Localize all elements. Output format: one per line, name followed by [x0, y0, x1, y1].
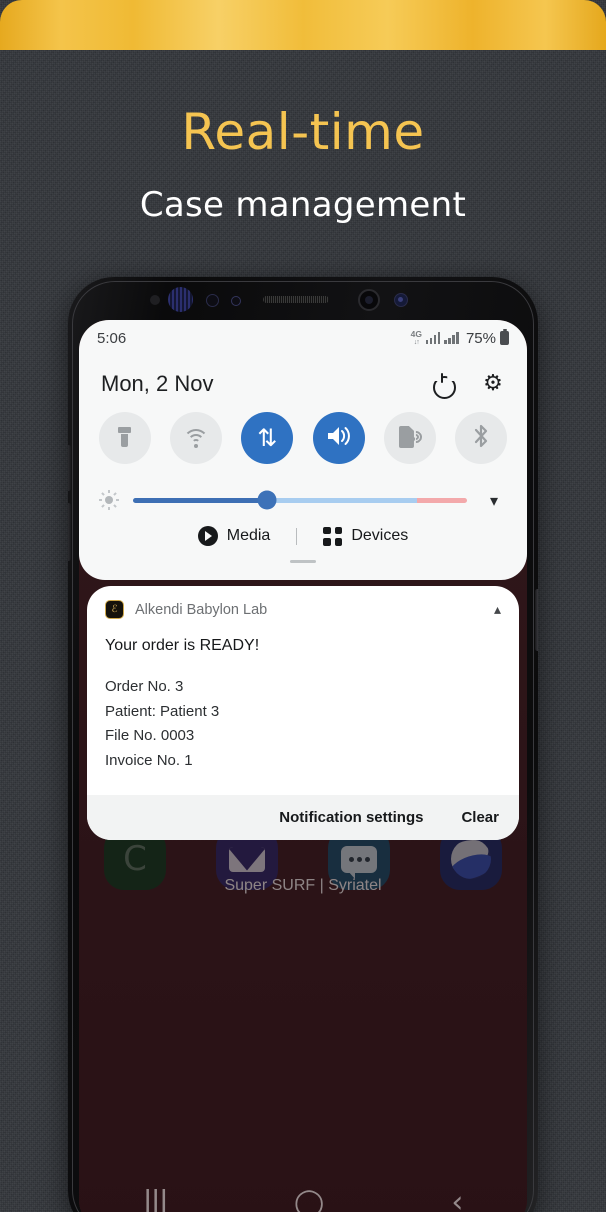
toggle-wifi[interactable] — [169, 412, 222, 464]
proximity-sensor-icon — [150, 295, 160, 305]
signal-bars-icon-sim2 — [444, 332, 459, 344]
notification-footer: Notification settings Clear — [87, 795, 519, 840]
divider — [296, 527, 298, 545]
toggle-sound[interactable] — [312, 412, 365, 464]
notification-line-file: File No. 0003 — [105, 727, 195, 744]
brightness-slider-thumb[interactable] — [257, 490, 277, 510]
chevron-up-icon[interactable]: ▴ — [494, 602, 501, 618]
network-type-label: 4G — [410, 329, 422, 340]
iris-sensor-icon — [168, 287, 193, 312]
volume-icon — [326, 425, 352, 451]
app-icon-glyph: ℰ — [111, 604, 118, 615]
devices-label: Devices — [351, 527, 409, 544]
gold-top-bar — [0, 0, 606, 50]
clear-button[interactable]: Clear — [461, 809, 499, 826]
volume-up-button[interactable] — [68, 445, 71, 491]
toggle-mobile-data[interactable]: ⇅ — [241, 412, 294, 464]
notification-body: Your order is READY! Order No. 3 Patient… — [87, 625, 519, 795]
notification-line-order: Order No. 3 — [105, 678, 184, 695]
notification-settings-button[interactable]: Notification settings — [279, 809, 423, 826]
notification-line-invoice: Invoice No. 1 — [105, 751, 193, 769]
play-circle-icon — [197, 526, 218, 546]
front-camera-aux-icon — [394, 293, 408, 307]
media-button[interactable]: Media — [197, 526, 271, 546]
alkendi-app-icon: ℰ — [105, 600, 124, 619]
grid-dots-icon — [323, 526, 343, 546]
network-type-icon: 4G ↓↑ — [411, 330, 422, 346]
volume-down-button[interactable] — [68, 503, 71, 561]
data-arrows-glyph: ↓↑ — [413, 338, 420, 346]
shade-date: Mon, 2 Nov — [101, 371, 214, 396]
battery-percent: 75% — [465, 329, 496, 347]
toggle-flashlight[interactable] — [98, 412, 151, 464]
signal-bars-icon — [425, 332, 441, 344]
power-button[interactable] — [535, 589, 538, 651]
battery-icon — [500, 328, 509, 345]
notification-line-patient: Patient: Patient 3 — [105, 702, 220, 720]
flashlight-icon — [118, 427, 132, 449]
shade-drag-handle[interactable] — [290, 560, 316, 563]
promo-subtitle: Case management — [139, 185, 467, 225]
status-bar: 5:06 4G ↓↑ 75% — [79, 320, 527, 356]
quick-toggles: ⇅ — [79, 412, 527, 464]
status-time: 5:06 — [97, 329, 127, 347]
notification-title: Your order is READY! — [105, 637, 260, 654]
chevron-down-icon[interactable]: ▾ — [481, 491, 507, 510]
brightness-row: ▾ — [79, 482, 527, 518]
notification-app-name: Alkendi Babylon Lab — [135, 601, 268, 618]
shade-header-actions: ⚙ — [431, 372, 505, 396]
front-camera-icon — [358, 289, 380, 311]
gear-icon[interactable]: ⚙ — [481, 372, 505, 396]
media-devices-row: Media Devices — [79, 526, 527, 546]
data-transfer-icon: ⇅ — [257, 424, 278, 452]
light-sensor-icon — [206, 294, 219, 307]
notification-card[interactable]: ℰ Alkendi Babylon Lab ▴ Your order is RE… — [87, 586, 519, 840]
quick-settings-shade: 5:06 4G ↓↑ 75% Mon, 2 Nov ⚙ ⇅ ▾ Media De… — [79, 320, 527, 580]
secondary-sensor-icon — [231, 296, 241, 306]
devices-button[interactable]: Devices — [323, 526, 409, 546]
status-icons: 4G ↓↑ 75% — [411, 328, 509, 347]
earpiece-speaker — [263, 296, 329, 303]
promo-title: Real-time — [181, 103, 425, 161]
bluetooth-icon — [472, 423, 490, 453]
power-icon[interactable] — [431, 372, 455, 396]
toggle-nfc[interactable] — [383, 412, 436, 464]
phone-screen: Telegram P Psiphon Pro — [79, 320, 527, 1212]
notification-header: ℰ Alkendi Babylon Lab ▴ — [87, 586, 519, 625]
phone-top-bezel — [68, 277, 538, 323]
media-label: Media — [226, 527, 271, 544]
wifi-icon — [182, 429, 209, 448]
brightness-icon — [99, 490, 119, 510]
nfc-icon — [398, 426, 425, 450]
brightness-slider[interactable] — [133, 490, 467, 510]
toggle-bluetooth[interactable] — [455, 412, 508, 464]
phone-mockup: Telegram P Psiphon Pro — [68, 277, 538, 1212]
shade-date-row: Mon, 2 Nov ⚙ — [79, 364, 527, 404]
